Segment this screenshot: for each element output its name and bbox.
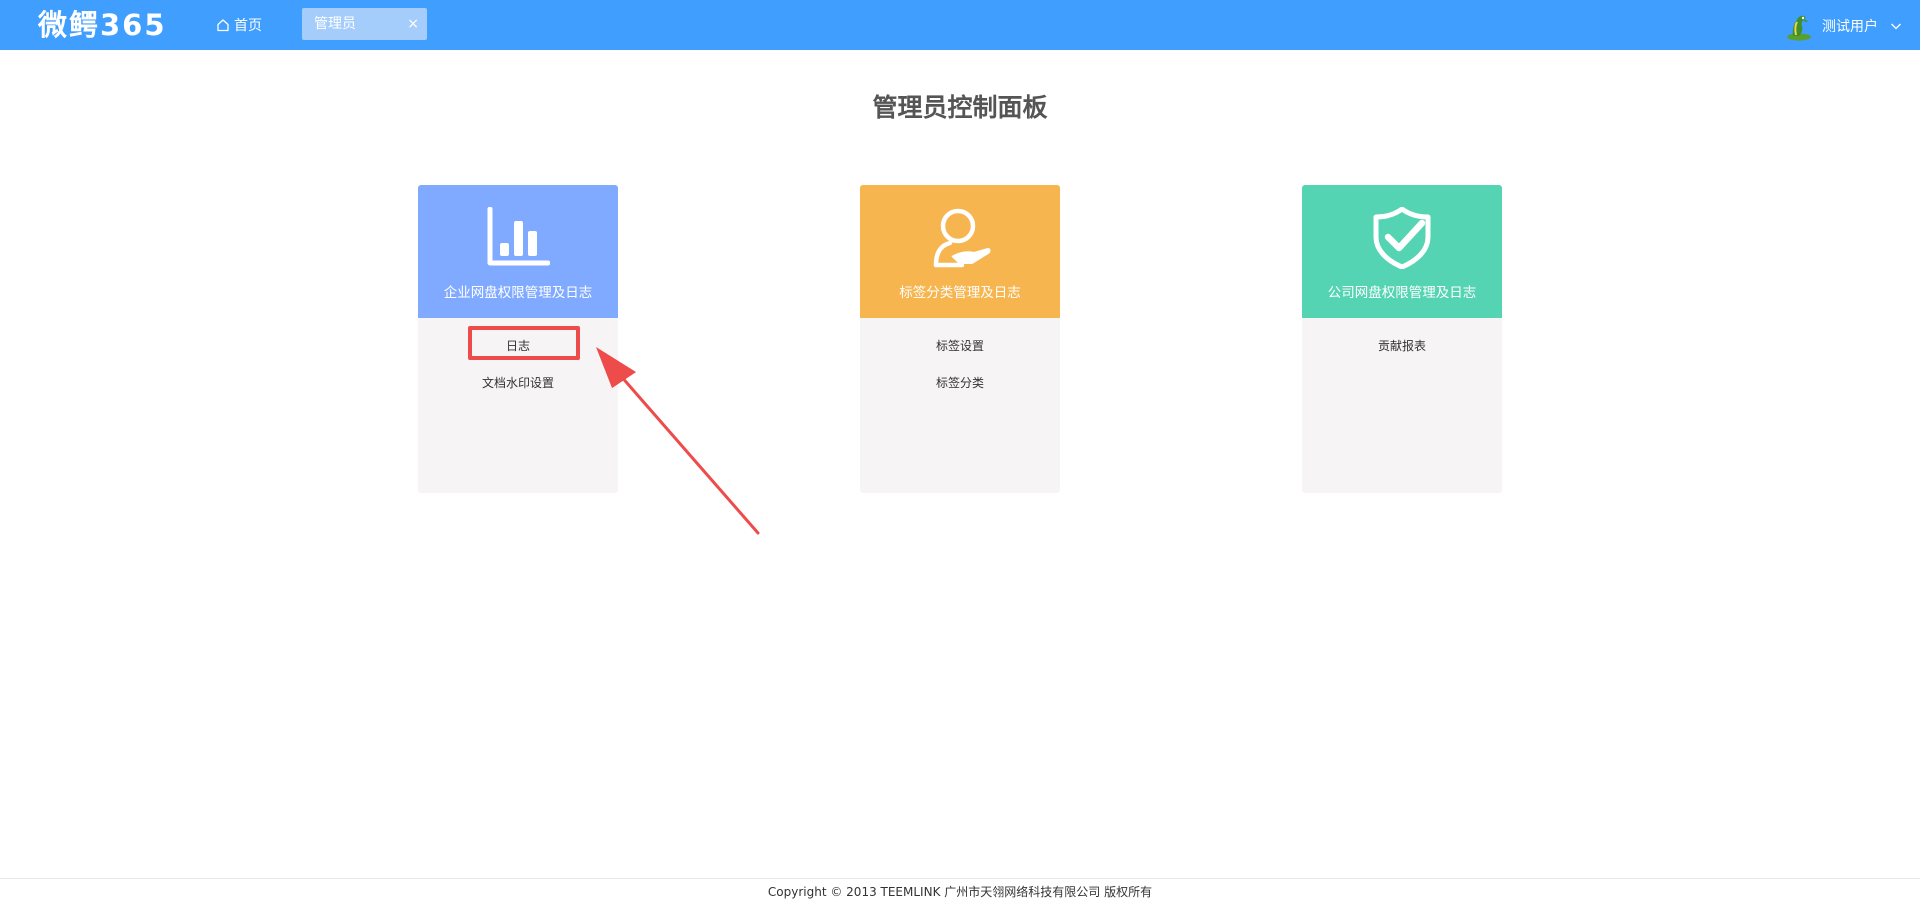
user-hand-icon: [933, 208, 991, 268]
bar-chart-icon: [487, 207, 550, 266]
nav-home-label: 首页: [234, 18, 262, 34]
highlight-box: [468, 326, 580, 360]
footer-divider: [0, 878, 1920, 879]
chevron-down-icon: [1891, 23, 1901, 30]
card-links: 贡献报表: [1302, 318, 1502, 365]
card-header: 公司网盘权限管理及日志: [1302, 185, 1502, 318]
card-header: 标签分类管理及日志: [860, 185, 1060, 318]
card-title: 企业网盘权限管理及日志: [443, 285, 593, 301]
user-menu[interactable]: 测试用户: [1784, 10, 1902, 42]
footer-copyright: Copyright © 2013 TEEMLINK 广州市天翎网络科技有限公司 …: [767, 885, 1153, 899]
page-title: 管理员控制面板: [872, 93, 1048, 122]
card-company-disk: 公司网盘权限管理及日志 贡献报表: [1302, 185, 1502, 493]
tab-close-icon[interactable]: ×: [407, 8, 419, 40]
link-tag-settings[interactable]: 标签设置: [860, 328, 1060, 365]
shield-check-icon: [1373, 207, 1431, 269]
nav-home-link[interactable]: 首页: [216, 14, 262, 36]
top-nav-bar: 微鳄365 首页 管理员 × 测试用户: [0, 0, 1920, 50]
link-contribution-report[interactable]: 贡献报表: [1302, 328, 1502, 365]
card-tag-management: 标签分类管理及日志 标签设置 标签分类: [860, 185, 1060, 493]
avatar: [1787, 15, 1811, 41]
link-tag-categories[interactable]: 标签分类: [860, 365, 1060, 402]
card-links: 标签设置 标签分类: [860, 318, 1060, 402]
home-icon: [217, 19, 229, 32]
app-logo[interactable]: 微鳄365: [38, 8, 167, 42]
tab-admin[interactable]: 管理员 ×: [302, 8, 427, 40]
user-name: 测试用户: [1822, 19, 1878, 35]
tab-admin-label: 管理员: [314, 16, 356, 32]
link-watermark-settings[interactable]: 文档水印设置: [418, 365, 618, 402]
card-title: 标签分类管理及日志: [899, 285, 1021, 301]
card-header: 企业网盘权限管理及日志: [418, 185, 618, 318]
card-title: 公司网盘权限管理及日志: [1327, 285, 1477, 301]
